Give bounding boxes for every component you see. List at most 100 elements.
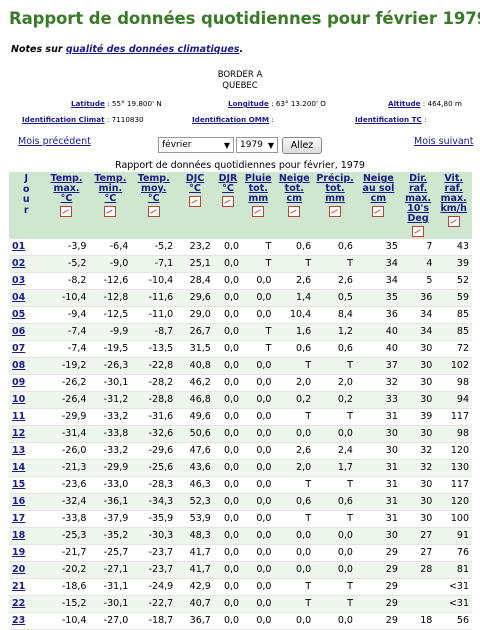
table-cell: -33,2 bbox=[89, 442, 132, 460]
day-link[interactable]: 03 bbox=[9, 272, 44, 290]
month-select[interactable]: février ▼ bbox=[158, 137, 234, 153]
day-link[interactable]: 21 bbox=[9, 578, 44, 596]
day-link[interactable]: 23 bbox=[9, 612, 44, 630]
day-link[interactable]: 09 bbox=[9, 374, 44, 392]
day-link[interactable]: 10 bbox=[9, 391, 44, 409]
go-button[interactable]: Allez bbox=[282, 137, 322, 154]
tc-id-info: Identification TC : bbox=[355, 115, 427, 124]
day-link[interactable]: 16 bbox=[9, 493, 44, 511]
day-link[interactable]: 22 bbox=[9, 595, 44, 613]
column-header[interactable]: DJC °C bbox=[176, 172, 214, 239]
table-cell: T bbox=[274, 595, 315, 613]
day-link[interactable]: 07 bbox=[9, 340, 44, 358]
table-cell: T bbox=[314, 357, 356, 375]
column-header[interactable]: Temp. min. °C bbox=[89, 172, 132, 239]
table-cell: 0,0 bbox=[213, 340, 243, 358]
table-cell: T bbox=[314, 595, 356, 613]
day-link[interactable]: 20 bbox=[9, 561, 44, 579]
latitude-label[interactable]: Latitude bbox=[71, 99, 105, 108]
table-cell: 29 bbox=[355, 544, 401, 562]
table-cell: -37,9 bbox=[89, 510, 132, 528]
graph-icon[interactable] bbox=[221, 196, 234, 207]
table-cell: -7,4 bbox=[43, 323, 90, 341]
table-cell: 0,0 bbox=[213, 425, 243, 443]
table-cell: 0,0 bbox=[213, 544, 243, 562]
table-cell: 41,7 bbox=[176, 544, 214, 562]
table-row: 14 -21,3 -29,9 -25,6 43,6 0,0 0,0 2,0 1,7 31 32 130 bbox=[9, 459, 472, 477]
altitude-value: : 464,80 m bbox=[422, 99, 462, 108]
graph-icon[interactable] bbox=[329, 206, 342, 217]
table-cell: 29 bbox=[355, 578, 401, 596]
next-month-link[interactable]: Mois suivant bbox=[414, 136, 473, 147]
column-header[interactable]: Précip. tot. mm bbox=[314, 172, 356, 239]
table-cell: 30 bbox=[400, 357, 436, 375]
column-header[interactable]: Neige tot. cm bbox=[274, 172, 315, 239]
year-select[interactable]: 1979 ▼ bbox=[236, 137, 278, 153]
table-cell: 0,0 bbox=[213, 510, 243, 528]
table-cell: 48,3 bbox=[176, 527, 214, 545]
table-cell: 0,0 bbox=[213, 323, 243, 341]
day-link[interactable]: 04 bbox=[9, 289, 44, 307]
longitude-label[interactable]: Longitude bbox=[228, 99, 269, 108]
data-quality-link[interactable]: qualité des données climatiques bbox=[66, 44, 240, 55]
day-link[interactable]: 06 bbox=[9, 323, 44, 341]
table-cell: 2,4 bbox=[314, 442, 356, 460]
table-cell: -32,4 bbox=[43, 493, 90, 511]
table-row: 22 -15,2 -30,1 -22,7 40,7 0,0 0,0 T T 29 <31 bbox=[9, 595, 472, 613]
previous-month-link[interactable]: Mois précédent bbox=[18, 136, 91, 147]
table-cell: -7,4 bbox=[43, 340, 90, 358]
table-cell: 1,2 bbox=[314, 323, 356, 341]
day-link[interactable]: 15 bbox=[9, 476, 44, 494]
column-header[interactable]: Pluie tot. mm bbox=[242, 172, 275, 239]
table-row: 01 -3,9 -6,4 -5,2 23,2 0,0 T 0,6 0,6 35 7 43 bbox=[9, 239, 472, 256]
graph-icon[interactable] bbox=[412, 226, 425, 237]
column-header[interactable]: Neige au sol cm bbox=[355, 172, 401, 239]
table-cell: T bbox=[314, 510, 356, 528]
day-link[interactable]: 11 bbox=[9, 408, 44, 426]
table-cell: 35 bbox=[355, 239, 401, 256]
table-cell: 0,0 bbox=[213, 595, 243, 613]
graph-icon[interactable] bbox=[104, 206, 117, 217]
header-text: cm bbox=[286, 193, 303, 204]
day-link[interactable]: 02 bbox=[9, 255, 44, 273]
column-header[interactable]: Vit. raf. max. km/h bbox=[435, 172, 472, 239]
day-link[interactable]: 08 bbox=[9, 357, 44, 375]
altitude-label[interactable]: Altitude bbox=[388, 99, 421, 108]
table-cell: -25,3 bbox=[43, 527, 90, 545]
day-link[interactable]: 01 bbox=[9, 239, 44, 256]
table-cell: 81 bbox=[435, 561, 472, 579]
graph-icon[interactable] bbox=[147, 206, 160, 217]
day-link[interactable]: 13 bbox=[9, 442, 44, 460]
day-link[interactable]: 19 bbox=[9, 544, 44, 562]
column-header[interactable]: Temp. moy. °C bbox=[131, 172, 177, 239]
graph-icon[interactable] bbox=[252, 206, 265, 217]
notes-prefix: Notes sur bbox=[11, 44, 63, 55]
climate-id-label[interactable]: Identification Climat bbox=[22, 115, 105, 124]
graph-icon[interactable] bbox=[447, 216, 460, 227]
day-link[interactable]: 05 bbox=[9, 306, 44, 324]
altitude-info: Altitude : 464,80 m bbox=[388, 99, 462, 108]
column-header[interactable]: DJR °C bbox=[213, 172, 243, 239]
table-cell: -29,9 bbox=[43, 408, 90, 426]
day-link[interactable]: 18 bbox=[9, 527, 44, 545]
table-cell: 30 bbox=[355, 442, 401, 460]
table-caption: Rapport de données quotidiennes pour fév… bbox=[115, 160, 365, 171]
day-link[interactable]: 12 bbox=[9, 425, 44, 443]
graph-icon[interactable] bbox=[189, 196, 202, 207]
table-cell: 72 bbox=[435, 340, 472, 358]
table-cell: 0,0 bbox=[242, 391, 275, 409]
graph-icon[interactable] bbox=[372, 206, 385, 217]
tc-id-label[interactable]: Identification TC bbox=[355, 115, 422, 124]
table-cell: 2,6 bbox=[274, 272, 315, 290]
omm-id-label[interactable]: Identification OMM bbox=[192, 115, 269, 124]
table-cell: 31 bbox=[355, 408, 401, 426]
column-header[interactable]: Temp. max. °C bbox=[43, 172, 90, 239]
column-header[interactable]: Dir. raf. max. 10's Deg bbox=[400, 172, 436, 239]
graph-icon[interactable] bbox=[288, 206, 301, 217]
table-cell: 1,4 bbox=[274, 289, 315, 307]
graph-icon[interactable] bbox=[60, 206, 73, 217]
table-header-row: Jo u r Temp. max. °C Temp. min. °C Temp. moy. °C DJC… bbox=[9, 172, 472, 239]
table-cell: T bbox=[242, 323, 275, 341]
day-link[interactable]: 17 bbox=[9, 510, 44, 528]
day-link[interactable]: 14 bbox=[9, 459, 44, 477]
